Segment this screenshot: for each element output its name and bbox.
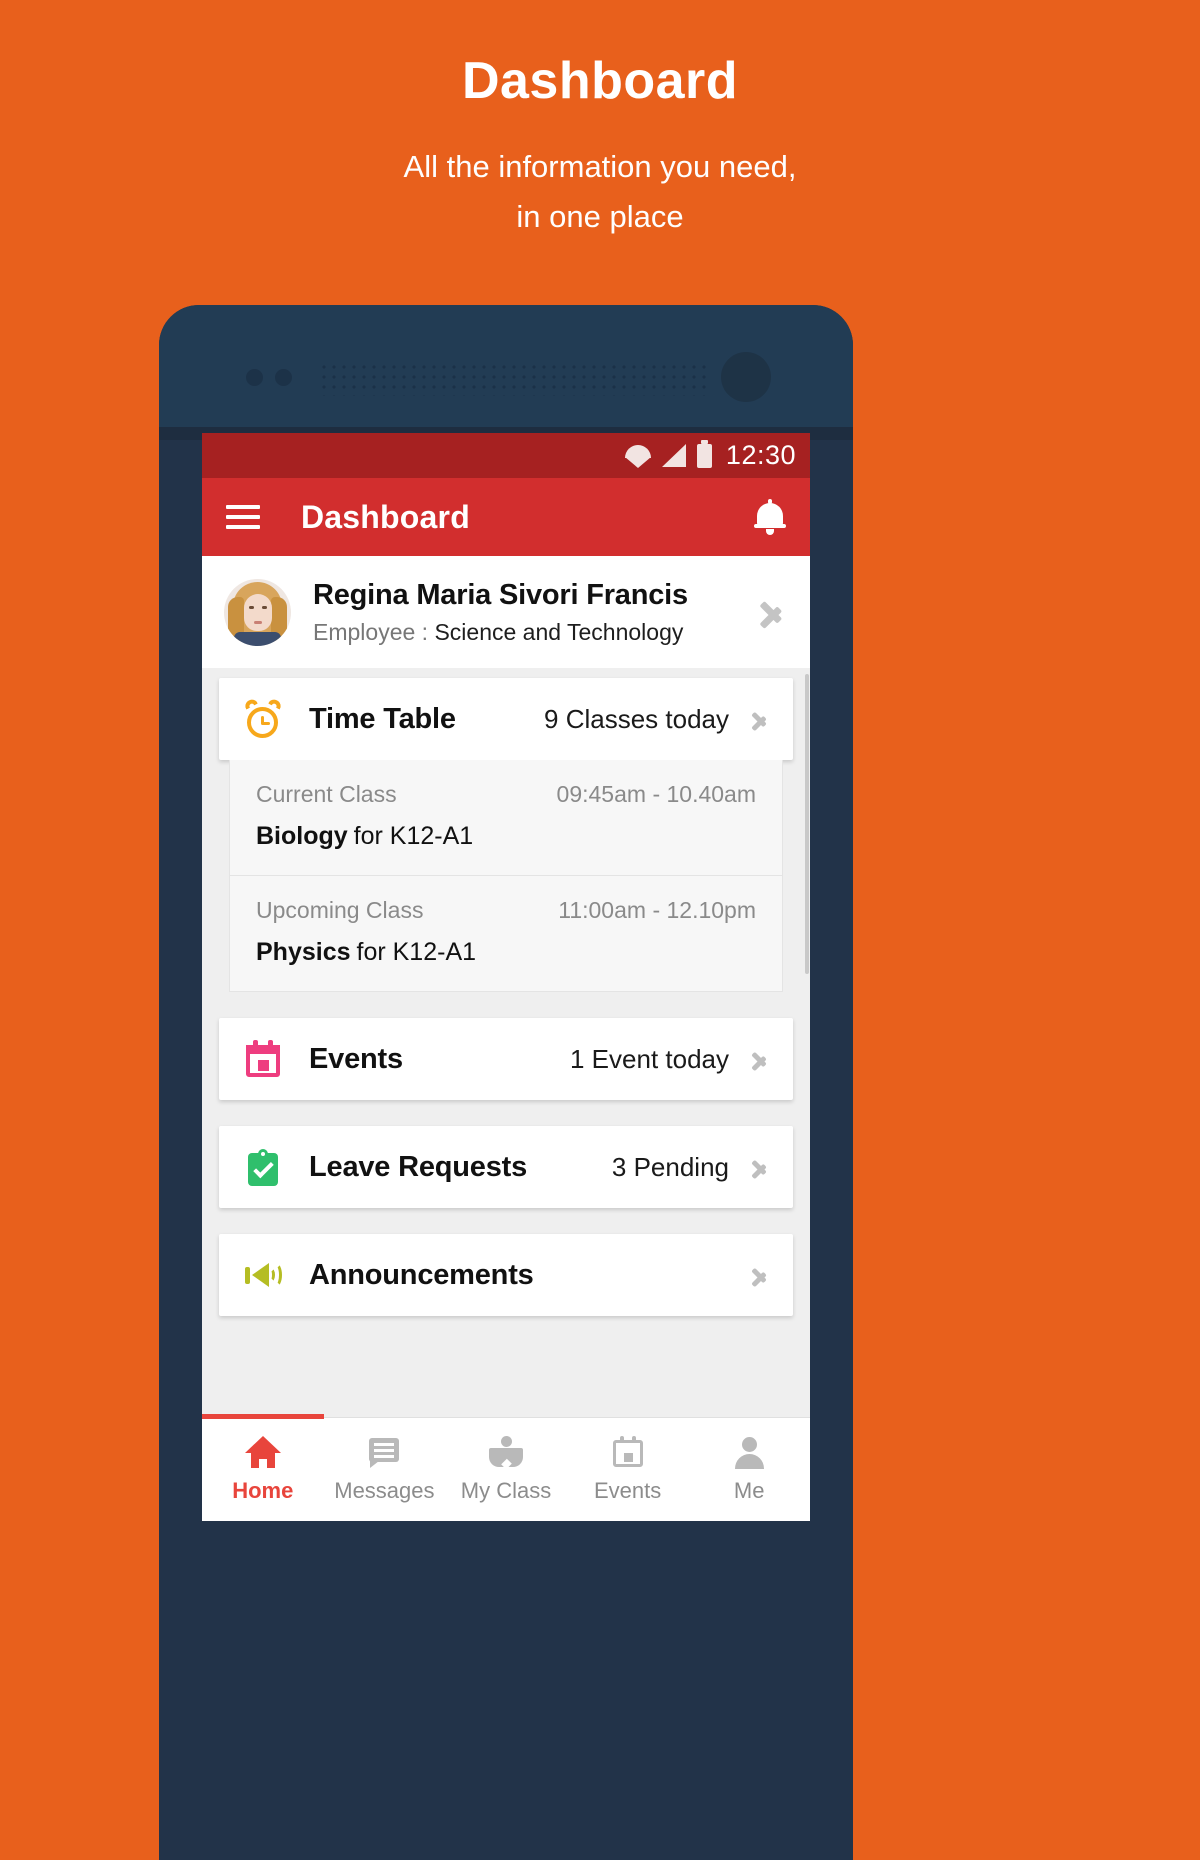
promo-subtitle-line-2: in one place	[516, 199, 684, 235]
card-title-time-table: Time Table	[309, 702, 456, 735]
phone-bezel-top	[159, 305, 853, 427]
nav-label-events: Events	[593, 1477, 662, 1503]
card-title-leave-requests: Leave Requests	[309, 1150, 528, 1183]
chevron-right-icon[interactable]	[751, 705, 767, 733]
promo-screenshot: Dashboard All the information you need, …	[0, 0, 1200, 1860]
person-icon	[731, 1436, 767, 1469]
active-tab-indicator	[202, 1414, 324, 1419]
nav-label-me: Me	[733, 1477, 765, 1503]
current-class-label: Current Class	[256, 781, 397, 807]
card-events[interactable]: Events 1 Event today	[219, 1018, 793, 1100]
profile-role: Employee : Science and Technology	[313, 619, 760, 646]
promo-title: Dashboard	[461, 52, 739, 110]
calendar-icon	[243, 1039, 283, 1079]
card-title-announcements: Announcements	[309, 1258, 534, 1291]
my-class-icon	[488, 1435, 524, 1469]
front-camera-icon	[721, 352, 771, 402]
card-meta-time-table: 9 Classes today	[544, 703, 729, 734]
upcoming-class-for: for K12-A1	[356, 938, 477, 966]
upcoming-class-subject-line: Physics for K12-A1	[256, 938, 756, 967]
nav-item-home[interactable]: Home	[202, 1418, 324, 1521]
nav-item-my-class[interactable]: My Class	[445, 1418, 567, 1521]
nav-item-messages[interactable]: Messages	[324, 1418, 446, 1521]
promo-subtitle-line-1: All the information you need,	[403, 148, 797, 184]
card-announcements[interactable]: Announcements	[219, 1234, 793, 1316]
dashboard-content[interactable]: Time Table 9 Classes today Current Class…	[202, 668, 810, 1417]
chevron-right-icon[interactable]	[760, 592, 782, 632]
upcoming-class-row[interactable]: Upcoming Class 11:00am - 12.10pm Physics…	[230, 875, 782, 991]
nav-label-messages: Messages	[334, 1477, 435, 1503]
nav-label-my-class: My Class	[460, 1477, 552, 1503]
promo-subtitle: All the information you need, in one pla…	[0, 142, 1200, 242]
time-table-details: Current Class 09:45am - 10.40am Biology f…	[229, 760, 783, 992]
profile-department: Science and Technology	[434, 618, 684, 645]
profile-text: Regina Maria Sivori Francis Employee : S…	[313, 579, 760, 646]
speaker-grille	[319, 362, 711, 396]
sensor-dot-secondary-icon	[275, 369, 292, 386]
avatar	[224, 578, 291, 646]
status-bar-time: 12:30	[725, 440, 796, 470]
megaphone-icon	[243, 1255, 283, 1295]
events-calendar-icon	[610, 1435, 646, 1468]
profile-row[interactable]: Regina Maria Sivori Francis Employee : S…	[202, 556, 810, 668]
bell-icon[interactable]	[754, 499, 786, 535]
upcoming-class-label: Upcoming Class	[256, 897, 424, 923]
phone-mockup: 12:30 Dashboard Regina Maria Sivori Fran…	[159, 305, 853, 1860]
chevron-right-icon[interactable]	[751, 1045, 767, 1073]
current-class-subject-line: Biology for K12-A1	[256, 822, 756, 851]
card-time-table[interactable]: Time Table 9 Classes today	[219, 678, 793, 760]
app-bar: Dashboard	[202, 478, 810, 556]
battery-icon	[696, 439, 712, 468]
alarm-clock-icon	[243, 697, 283, 739]
app-bar-title: Dashboard	[301, 498, 470, 535]
chevron-right-icon[interactable]	[751, 1261, 767, 1289]
profile-role-label: Employee :	[313, 618, 429, 645]
home-icon	[244, 1435, 281, 1468]
nav-label-home: Home	[232, 1477, 294, 1503]
status-bar: 12:30	[202, 433, 810, 478]
scrollbar[interactable]	[805, 674, 809, 974]
profile-name: Regina Maria Sivori Francis	[313, 578, 688, 611]
hamburger-menu-icon[interactable]	[226, 505, 260, 529]
clipboard-check-icon	[243, 1147, 283, 1187]
card-title-events: Events	[309, 1042, 403, 1075]
current-class-time: 09:45am - 10.40am	[556, 781, 756, 807]
promo-header: Dashboard All the information you need, …	[0, 0, 1200, 242]
wifi-icon	[624, 445, 651, 468]
signal-icon	[661, 444, 686, 467]
upcoming-class-time: 11:00am - 12.10pm	[558, 897, 756, 923]
card-leave-requests[interactable]: Leave Requests 3 Pending	[219, 1126, 793, 1208]
sensor-dot-icon	[246, 369, 263, 386]
chevron-right-icon[interactable]	[751, 1153, 767, 1181]
current-class-row[interactable]: Current Class 09:45am - 10.40am Biology f…	[230, 760, 782, 875]
phone-screen: 12:30 Dashboard Regina Maria Sivori Fran…	[202, 433, 810, 1521]
bottom-navigation: Home Messages My Class Events Me	[202, 1414, 810, 1521]
nav-item-me[interactable]: Me	[688, 1418, 810, 1521]
card-meta-leave-requests: 3 Pending	[611, 1151, 729, 1182]
current-class-for: for K12-A1	[353, 822, 474, 850]
current-class-subject: Biology	[256, 822, 348, 850]
messages-icon	[366, 1436, 402, 1468]
card-meta-events: 1 Event today	[570, 1043, 729, 1074]
nav-item-events[interactable]: Events	[567, 1418, 689, 1521]
upcoming-class-subject: Physics	[256, 938, 351, 966]
